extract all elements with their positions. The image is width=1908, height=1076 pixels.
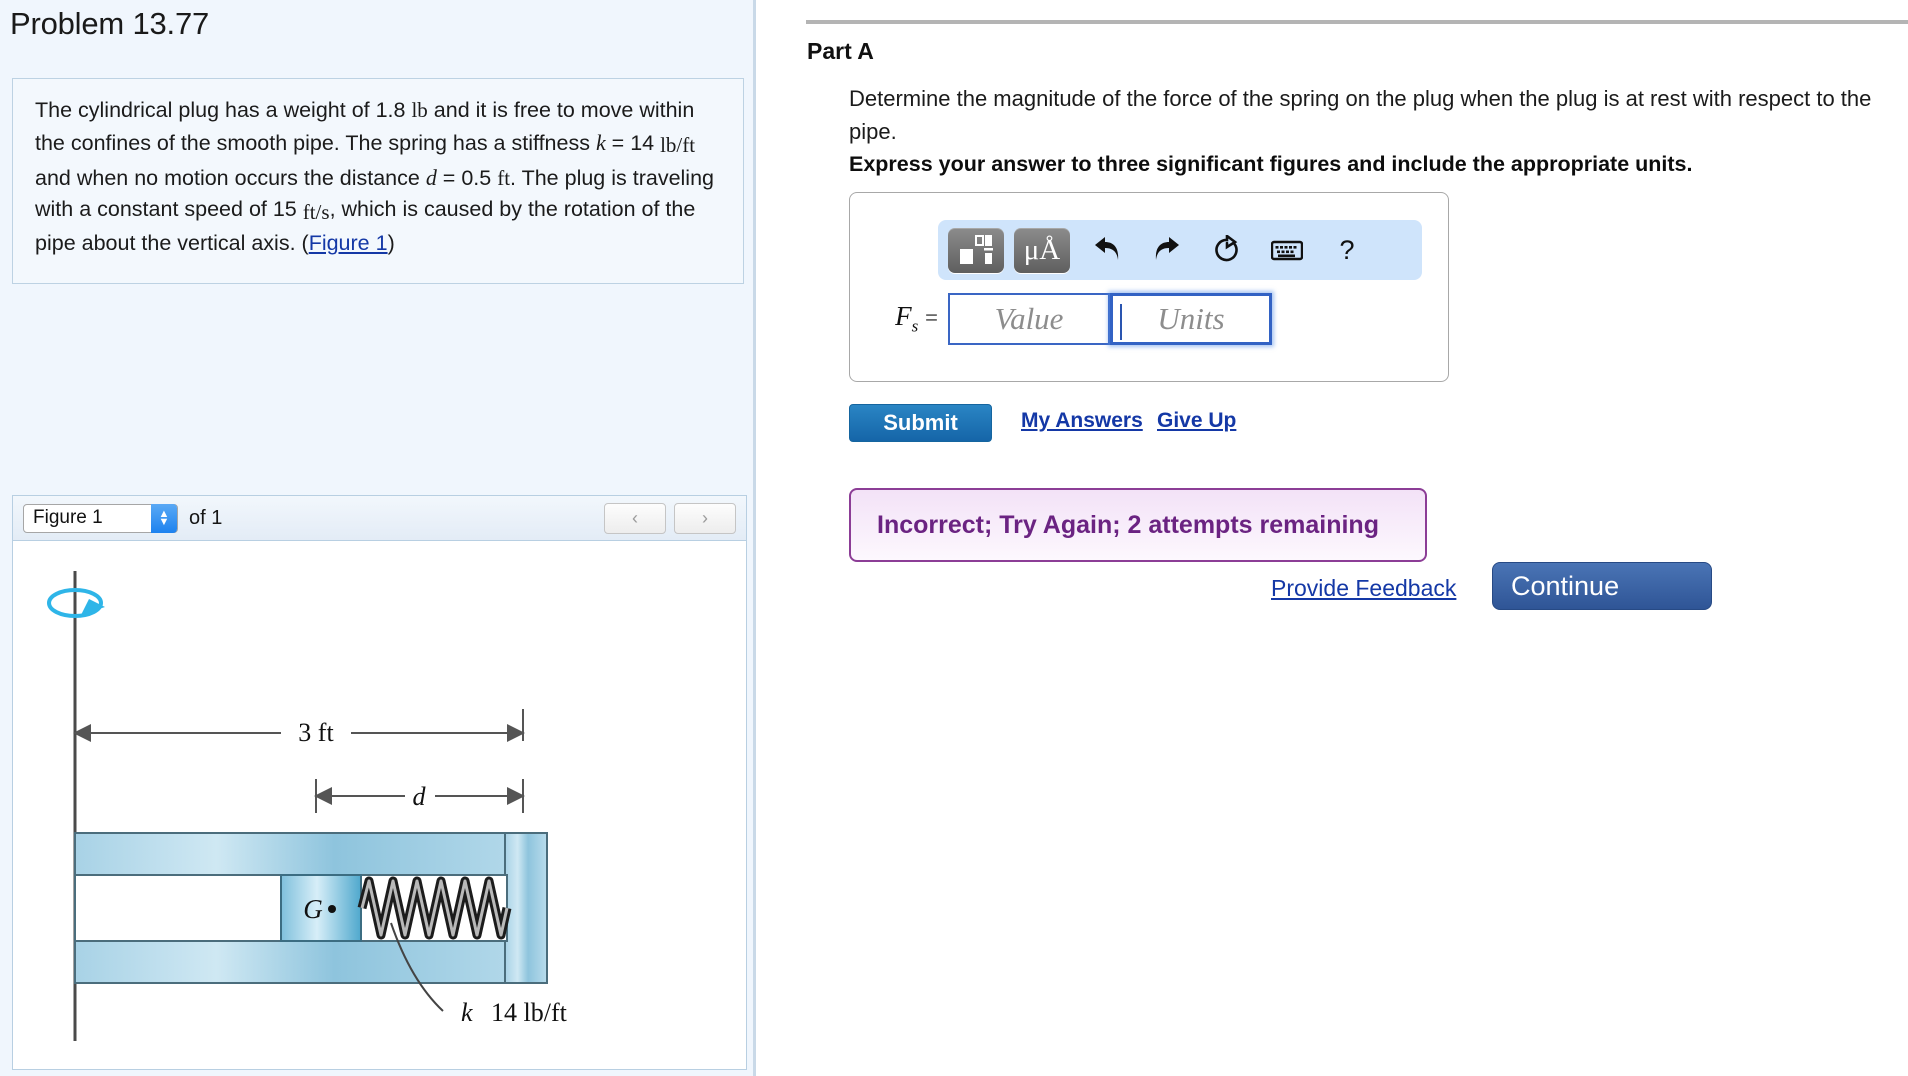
problem-statement-text: The cylindrical plug has a weight of 1.8… xyxy=(35,95,721,260)
problem-panel: Problem 13.77 The cylindrical plug has a… xyxy=(0,0,756,1076)
equation-toolbar: μÅ ? xyxy=(938,220,1422,280)
submit-button[interactable]: Submit xyxy=(849,404,992,442)
keyboard-icon[interactable] xyxy=(1264,228,1310,273)
figure-nav-buttons: ‹ › xyxy=(604,502,736,534)
part-a-question-text: Determine the magnitude of the force of … xyxy=(849,86,1872,144)
units-placeholder: Units xyxy=(1157,301,1225,336)
undo-icon[interactable] xyxy=(1084,228,1130,273)
provide-feedback-link[interactable]: Provide Feedback xyxy=(1271,575,1456,602)
plug-label-G: G xyxy=(303,894,323,924)
chevron-updown-icon[interactable]: ▲ ▼ xyxy=(151,503,177,533)
template-icon[interactable] xyxy=(948,227,1004,273)
symbol-d: d xyxy=(425,164,437,190)
variable-subscript: s xyxy=(911,316,919,336)
spring-k-label: k xyxy=(461,998,473,1027)
figure-select[interactable]: Figure 1 ▲ ▼ xyxy=(23,503,178,533)
variable-F: F xyxy=(895,301,912,332)
figure-select-value: Figure 1 xyxy=(33,507,103,528)
figure-toolbar: Figure 1 ▲ ▼ of 1 ‹ › xyxy=(13,496,746,541)
symbol-k: k xyxy=(595,129,606,155)
answer-panel: Part A Determine the magnitude of the fo… xyxy=(759,0,1908,1076)
units-micro-angstrom-icon[interactable]: μÅ xyxy=(1014,227,1070,273)
figure-prev-button[interactable]: ‹ xyxy=(604,502,666,534)
problem-statement-box: The cylindrical plug has a weight of 1.8… xyxy=(12,78,744,284)
figure-next-button[interactable]: › xyxy=(674,502,736,534)
figure-panel: Figure 1 ▲ ▼ of 1 ‹ › 3 ft d G k 14 lb/f… xyxy=(12,495,747,1070)
unit-ft: ft xyxy=(497,165,511,190)
part-a-instruction-text: Express your answer to three significant… xyxy=(849,152,1693,176)
answer-row: Fs = Value Units xyxy=(872,293,1272,345)
figure-svg: 3 ft d G k 14 lb/ft xyxy=(47,571,568,1041)
help-icon[interactable]: ? xyxy=(1324,228,1370,273)
dim-3ft-label: 3 ft xyxy=(298,718,334,747)
dim-d-label: d xyxy=(413,782,427,811)
redo-icon[interactable] xyxy=(1144,228,1190,273)
spring-value-label: 14 lb/ft xyxy=(491,998,568,1027)
continue-button[interactable]: Continue xyxy=(1492,562,1712,610)
answer-variable-label: Fs = xyxy=(872,301,938,336)
stmt-part-3: and when no motion occurs the distance xyxy=(35,165,426,190)
reset-icon[interactable] xyxy=(1204,228,1250,273)
page-title: Problem 13.77 xyxy=(10,6,210,41)
section-divider xyxy=(806,20,1908,24)
give-up-link[interactable]: Give Up xyxy=(1157,409,1236,433)
part-a-heading: Part A xyxy=(807,38,874,64)
equals-sign: = xyxy=(925,305,938,331)
units-input[interactable]: Units xyxy=(1110,293,1272,345)
stmt-part-6: ) xyxy=(387,231,395,256)
answer-entry-box: μÅ ? Fs = Value Units xyxy=(849,192,1449,382)
unit-lb: lb xyxy=(411,98,428,122)
value-placeholder: Value xyxy=(994,301,1064,336)
stmt-eq-1: = 14 xyxy=(605,130,661,155)
unit-lb-per-ft: lb/ft xyxy=(660,133,696,158)
stmt-eq-2: = 0.5 xyxy=(436,165,498,190)
value-input[interactable]: Value xyxy=(948,293,1110,345)
figure-count-label: of 1 xyxy=(189,506,223,529)
figure-1-link[interactable]: Figure 1 xyxy=(309,231,388,255)
figure-diagram: 3 ft d G k 14 lb/ft xyxy=(13,541,746,1069)
unit-ft-per-s: ft/s xyxy=(302,199,330,224)
status-banner: Incorrect; Try Again; 2 attempts remaini… xyxy=(849,488,1427,562)
stmt-part-1: The cylindrical plug has a weight of 1.8 xyxy=(35,98,412,122)
text-caret xyxy=(1120,304,1122,340)
my-answers-link[interactable]: My Answers xyxy=(1021,409,1143,433)
